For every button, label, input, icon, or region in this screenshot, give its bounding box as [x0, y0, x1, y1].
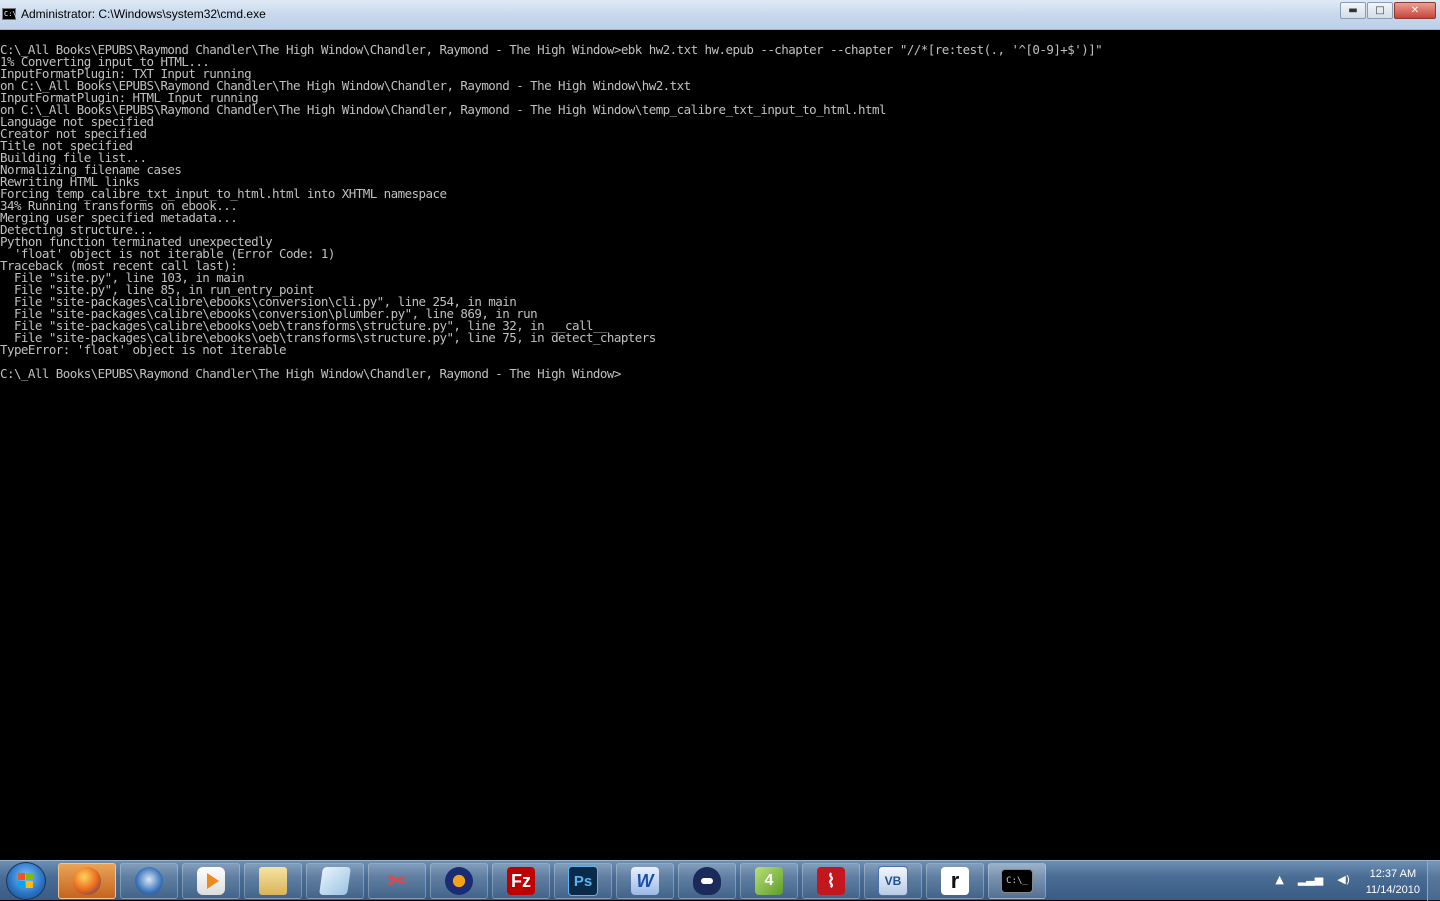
- taskbar-word[interactable]: W: [616, 863, 674, 899]
- cmd-icon[interactable]: C:\: [2, 8, 17, 20]
- taskbar-media-player[interactable]: [182, 863, 240, 899]
- taskbar-green-app[interactable]: 4: [740, 863, 798, 899]
- console-line: TypeError: 'float' object is not iterabl…: [0, 342, 287, 357]
- windows-logo-icon: [18, 873, 34, 889]
- taskbar-file-explorer[interactable]: [244, 863, 302, 899]
- taskbar-thunderbird[interactable]: [120, 863, 178, 899]
- photoshop-icon: Ps: [568, 866, 598, 896]
- maximize-button[interactable]: □: [1367, 2, 1393, 19]
- file-explorer-icon: [259, 867, 287, 895]
- close-icon: ✕: [1410, 5, 1420, 16]
- volume-icon[interactable]: ◀): [1337, 873, 1350, 886]
- taskbar-r-app[interactable]: r: [926, 863, 984, 899]
- close-button[interactable]: ✕: [1394, 2, 1436, 19]
- acrobat-icon: ⌇: [817, 867, 845, 895]
- taskbar-notepad[interactable]: [306, 863, 364, 899]
- window-title: Administrator: C:\Windows\system32\cmd.e…: [21, 7, 266, 21]
- clock-time: 12:37 AM: [1369, 868, 1417, 880]
- show-hidden-icons-icon[interactable]: ▲: [1275, 873, 1283, 886]
- snipping-tool-icon: ✂: [387, 868, 407, 893]
- taskbar-batman-app[interactable]: [678, 863, 736, 899]
- start-button[interactable]: [6, 862, 46, 900]
- cmd-taskbar-icon: C:\_: [1001, 869, 1033, 893]
- taskbar-photoshop[interactable]: Ps: [554, 863, 612, 899]
- taskbar-audacity[interactable]: [430, 863, 488, 899]
- firefox-icon: [73, 867, 101, 895]
- visual-basic-icon: VB: [878, 866, 908, 896]
- filezilla-icon: Fz: [507, 867, 535, 895]
- taskbar: ✂ Fz Ps W 4 ⌇ VB r C:\_ ▲ ▂▃▅ ◀) 12:37 A…: [0, 860, 1440, 901]
- r-icon: r: [941, 867, 969, 895]
- title-bar[interactable]: C:\ Administrator: C:\Windows\system32\c…: [0, 0, 1440, 30]
- console-output[interactable]: C:\_All Books\EPUBS\Raymond Chandler\The…: [0, 44, 1440, 860]
- taskbar-snipping-tool[interactable]: ✂: [368, 863, 426, 899]
- clock[interactable]: 12:37 AM 11/14/2010: [1366, 866, 1420, 898]
- thunderbird-icon: [135, 867, 163, 895]
- minimize-button[interactable]: ▬: [1340, 2, 1366, 19]
- console-line: C:\_All Books\EPUBS\Raymond Chandler\The…: [0, 366, 621, 381]
- console-text[interactable]: C:\_All Books\EPUBS\Raymond Chandler\The…: [0, 44, 1440, 380]
- maximize-icon: □: [1375, 5, 1385, 16]
- taskbar-visual-basic[interactable]: VB: [864, 863, 922, 899]
- taskbar-filezilla[interactable]: Fz: [492, 863, 550, 899]
- green-app-icon: 4: [755, 867, 783, 895]
- clock-date: 11/14/2010: [1365, 884, 1420, 896]
- window-controls: ▬ □ ✕: [1339, 2, 1436, 19]
- audacity-icon: [445, 867, 473, 895]
- batman-icon: [693, 867, 721, 895]
- notepad-icon: [319, 867, 351, 895]
- taskbar-cmd[interactable]: C:\_: [988, 863, 1046, 899]
- minimize-icon: ▬: [1348, 5, 1358, 16]
- taskbar-firefox[interactable]: [58, 863, 116, 899]
- media-player-icon: [197, 867, 225, 895]
- show-desktop-button[interactable]: [1427, 861, 1440, 901]
- system-tray: ▲ ▂▃▅ ◀): [1275, 873, 1350, 886]
- taskbar-acrobat[interactable]: ⌇: [802, 863, 860, 899]
- network-icon[interactable]: ▂▃▅: [1298, 873, 1323, 886]
- word-icon: W: [631, 867, 659, 895]
